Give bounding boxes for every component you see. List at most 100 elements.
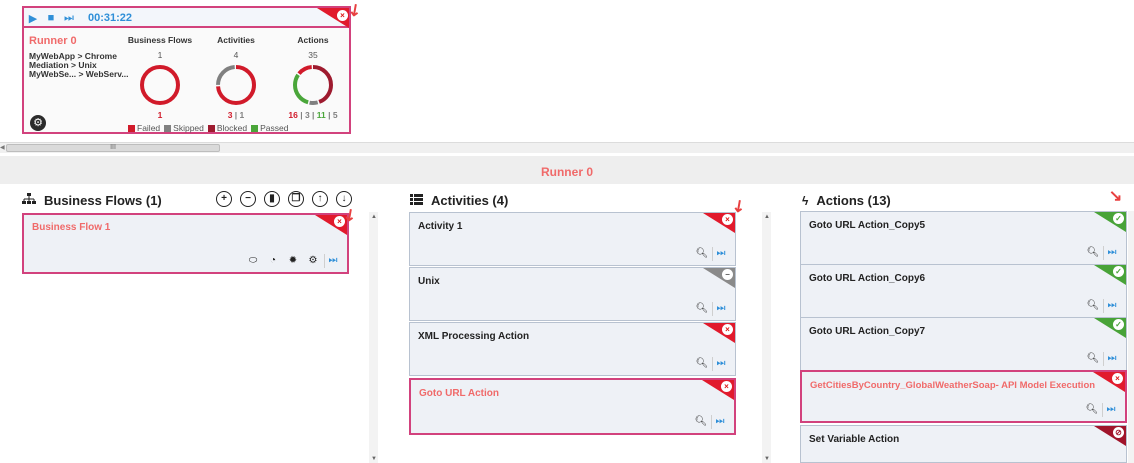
activity-card[interactable]: × Activity 1 🔍︎ ⏭ xyxy=(409,212,736,266)
toggle-icon[interactable]: ⬭ xyxy=(246,254,260,268)
legend-item-passed: Passed xyxy=(251,123,288,133)
passed-status-icon: ✓ xyxy=(1113,213,1124,224)
run-fast-forward-icon[interactable]: ⏭ xyxy=(712,247,729,261)
lightning-icon: ϟ xyxy=(802,193,809,208)
search-icon[interactable]: 🔍︎ xyxy=(1086,352,1100,366)
run-fast-forward-icon[interactable]: ⏭ xyxy=(324,254,341,268)
activity-card[interactable]: − Unix 🔍︎ ⏭ xyxy=(409,267,736,321)
fast-forward-icon[interactable]: ⏭ xyxy=(62,11,76,25)
runner-settings-gear-icon[interactable]: ⚙ xyxy=(30,115,46,131)
run-fast-forward-icon[interactable]: ⏭ xyxy=(1103,246,1120,260)
sitemap-icon xyxy=(22,193,36,208)
runner-card[interactable]: ▶ ■ ⏭ 00:31:22 × Runner 0 MyWebApp > Chr… xyxy=(22,6,351,134)
stat-total-business-flows: 1 xyxy=(157,50,163,60)
horizontal-scrollbar[interactable]: ◀ III xyxy=(0,142,1134,153)
scroll-down-icon[interactable]: ▼ xyxy=(764,456,770,462)
activity-card[interactable]: × XML Processing Action 🔍︎ ⏭ xyxy=(409,322,736,376)
stop-icon[interactable]: ■ xyxy=(44,11,58,25)
search-icon[interactable]: 🔍︎ xyxy=(695,247,709,261)
stat-total-activities: 4 xyxy=(233,50,239,60)
runner-banner: Runner 0 xyxy=(0,156,1134,184)
activities-scrollbar[interactable]: ▲ ▼ xyxy=(762,212,771,463)
run-fast-forward-icon[interactable]: ⏭ xyxy=(1103,352,1120,366)
failed-status-icon: × xyxy=(1112,373,1123,384)
stat-breakdown-value: 1 xyxy=(239,110,245,120)
action-name: Goto URL Action_Copy6 xyxy=(809,273,926,284)
action-name: Set Variable Action xyxy=(809,434,900,445)
business-flows-header: Business Flows (1) xyxy=(22,193,162,208)
legend-item-blocked: Blocked xyxy=(207,123,247,133)
donut-business-flows xyxy=(140,65,180,105)
passed-status-icon: ✓ xyxy=(1113,319,1124,330)
failed-status-icon: × xyxy=(721,381,732,392)
search-icon[interactable]: 🔍︎ xyxy=(695,302,709,316)
search-icon[interactable]: 🔍︎ xyxy=(1086,299,1100,313)
business-flow-toolbar: ⬭ ◔ ✹ ⚙ ⏭ xyxy=(246,254,341,268)
stat-total-actions: 35 xyxy=(308,50,318,60)
run-fast-forward-icon[interactable]: ⏭ xyxy=(711,415,728,429)
add-icon[interactable]: + xyxy=(216,191,232,207)
annotation-arrow: ↙ xyxy=(1107,189,1125,203)
scroll-up-icon[interactable]: ▲ xyxy=(371,214,377,220)
play-icon[interactable]: ▶ xyxy=(26,11,40,25)
action-toolbar: 🔍︎ ⏭ xyxy=(1086,246,1120,260)
business-flow-card[interactable]: × Business Flow 1 ⬭ ◔ ✹ ⚙ ⏭ xyxy=(22,213,349,274)
run-fast-forward-icon[interactable]: ⏭ xyxy=(1103,299,1120,313)
search-icon[interactable]: 🔍︎ xyxy=(1085,403,1099,417)
failed-status-icon: × xyxy=(722,214,733,225)
settings-gear-icon[interactable]: ⚙ xyxy=(306,254,320,268)
activities-title: Activities (4) xyxy=(431,193,509,208)
scroll-down-icon[interactable]: ▼ xyxy=(371,456,377,462)
copy-icon[interactable]: ❐ xyxy=(288,191,304,207)
activity-name: Unix xyxy=(418,276,440,287)
business-flows-scrollbar[interactable]: ▲ ▼ xyxy=(369,212,378,463)
delete-icon[interactable]: ▮ xyxy=(264,191,280,207)
search-icon[interactable]: 🔍︎ xyxy=(695,357,709,371)
activity-card-selected[interactable]: × Goto URL Action 🔍︎ ⏭ xyxy=(409,378,736,435)
action-name: GetCitiesByCountry_GlobalWeatherSoap- AP… xyxy=(810,380,1096,391)
move-up-icon[interactable]: ↑ xyxy=(312,191,328,207)
runner-toolbar: ▶ ■ ⏭ 00:31:22 × xyxy=(24,8,349,28)
stat-breakdown-value: | xyxy=(309,110,317,120)
business-flow-name: Business Flow 1 xyxy=(32,222,111,233)
run-fast-forward-icon[interactable]: ⏭ xyxy=(1102,403,1119,417)
stat-header-activities: Activities xyxy=(217,35,255,45)
passed-status-icon: ✓ xyxy=(1113,266,1124,277)
action-card[interactable]: ✓ Goto URL Action_Copy6 🔍︎ ⏭ xyxy=(800,264,1127,318)
legend-item-failed: Failed xyxy=(128,123,160,133)
action-toolbar: 🔍︎ ⏭ xyxy=(1086,299,1120,313)
action-card[interactable]: ✓ Goto URL Action_Copy5 🔍︎ ⏭ xyxy=(800,211,1127,265)
stat-breakdown-value: | xyxy=(232,110,240,120)
stat-breakdown-business-flows: 1 xyxy=(120,110,200,120)
cog-icon[interactable]: ✹ xyxy=(286,254,300,268)
business-flows-title: Business Flows (1) xyxy=(44,193,162,208)
actions-scrollbar[interactable] xyxy=(1128,211,1134,463)
failed-status-icon: × xyxy=(722,324,733,335)
activity-name: Activity 1 xyxy=(418,221,463,232)
scrollbar-thumb[interactable]: III xyxy=(6,144,220,152)
donut-segment xyxy=(140,65,180,105)
activity-toolbar: 🔍︎ ⏭ xyxy=(695,247,729,261)
activity-toolbar: 🔍︎ ⏭ xyxy=(695,302,729,316)
stat-breakdown-value: 16 xyxy=(288,110,298,120)
search-icon[interactable]: 🔍︎ xyxy=(1086,246,1100,260)
pie-chart-icon[interactable]: ◔ xyxy=(266,254,280,268)
remove-icon[interactable]: − xyxy=(240,191,256,207)
action-card[interactable]: ✓ Goto URL Action_Copy7 🔍︎ ⏭ xyxy=(800,317,1127,371)
status-legend: Failed Skipped Blocked Passed xyxy=(128,123,288,133)
legend-item-skipped: Skipped xyxy=(164,123,204,133)
scroll-up-icon[interactable]: ▲ xyxy=(764,214,770,220)
action-name: Goto URL Action_Copy5 xyxy=(809,220,926,231)
action-card[interactable]: ⊘ Set Variable Action xyxy=(800,425,1127,463)
action-card-selected[interactable]: × GetCitiesByCountry_GlobalWeatherSoap- … xyxy=(800,370,1127,423)
run-fast-forward-icon[interactable]: ⏭ xyxy=(712,302,729,316)
runner-banner-title: Runner 0 xyxy=(540,165,593,179)
search-icon[interactable]: 🔍︎ xyxy=(694,415,708,429)
stat-header-actions: Actions xyxy=(297,35,329,45)
runner-name: Runner 0 xyxy=(29,35,77,47)
stat-breakdown-value: 1 xyxy=(157,110,163,120)
activity-toolbar: 🔍︎ ⏭ xyxy=(695,357,729,371)
run-fast-forward-icon[interactable]: ⏭ xyxy=(712,357,729,371)
activities-header: Activities (4) xyxy=(410,193,508,208)
activity-toolbar: 🔍︎ ⏭ xyxy=(694,415,728,429)
